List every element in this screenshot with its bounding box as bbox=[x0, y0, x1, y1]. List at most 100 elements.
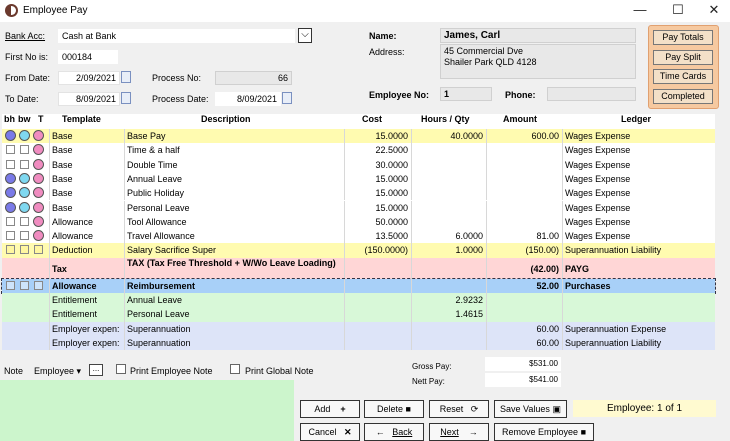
cell-description[interactable]: Reimbursement bbox=[125, 279, 345, 293]
cell-ledger[interactable]: Wages Expense bbox=[563, 215, 715, 229]
table-row[interactable]: Base Double Time 30.0000 Wages Expense bbox=[2, 157, 715, 172]
cell-hours[interactable] bbox=[412, 322, 486, 336]
col-header-hours[interactable]: Hours / Qty bbox=[421, 114, 470, 128]
row-checkbox[interactable] bbox=[20, 245, 29, 255]
pay-split-button[interactable]: Pay Split bbox=[653, 50, 713, 65]
cell-hours[interactable] bbox=[412, 215, 486, 229]
note-ellipsis-button[interactable]: ... bbox=[89, 364, 103, 376]
cell-ledger[interactable]: Wages Expense bbox=[563, 143, 715, 157]
cell-template[interactable]: Base bbox=[50, 158, 124, 172]
cell-hours[interactable]: 1.0000 bbox=[412, 243, 486, 257]
cell-template[interactable]: Allowance bbox=[50, 229, 124, 243]
cell-ledger[interactable]: Superannuation Liability bbox=[563, 336, 715, 350]
col-header-template[interactable]: Template bbox=[62, 114, 101, 128]
cell-hours[interactable]: 40.0000 bbox=[412, 129, 486, 143]
col-header-amount[interactable]: Amount bbox=[503, 114, 537, 128]
row-checkbox[interactable] bbox=[20, 216, 29, 226]
cell-template[interactable]: Entitlement bbox=[50, 307, 124, 321]
row-checkbox[interactable] bbox=[34, 245, 43, 255]
table-row[interactable]: Employer expen: Superannuation 60.00 Supera… bbox=[2, 335, 715, 351]
cell-hours[interactable] bbox=[412, 172, 486, 186]
cell-hours[interactable]: 1.4615 bbox=[412, 307, 486, 321]
cell-cost[interactable] bbox=[345, 336, 411, 350]
cell-ledger[interactable]: Superannuation Expense bbox=[563, 322, 715, 336]
cell-description[interactable]: Public Holiday bbox=[125, 186, 345, 200]
status-circle-icon[interactable] bbox=[33, 172, 44, 184]
table-row[interactable]: Deduction Salary Sacrifice Super (150.0000… bbox=[2, 243, 715, 258]
cell-template[interactable]: Employer expen: bbox=[50, 322, 124, 336]
cell-cost[interactable] bbox=[345, 293, 411, 307]
table-row[interactable]: Base Base Pay 15.0000 40.0000 600.00 Wages Ex… bbox=[2, 129, 715, 144]
cell-ledger[interactable]: Wages Expense bbox=[563, 129, 715, 143]
cell-amount[interactable] bbox=[487, 186, 562, 200]
row-checkbox[interactable] bbox=[20, 231, 29, 241]
back-button[interactable]: ← Back bbox=[364, 423, 424, 441]
cell-description[interactable]: Double Time bbox=[125, 158, 345, 172]
cell-ledger[interactable]: PAYG bbox=[563, 258, 715, 279]
cell-hours[interactable]: 6.0000 bbox=[412, 229, 486, 243]
cell-amount[interactable]: (42.00) bbox=[487, 258, 562, 279]
cell-cost[interactable] bbox=[345, 322, 411, 336]
cell-cost[interactable] bbox=[345, 279, 411, 293]
calendar-icon[interactable] bbox=[121, 92, 131, 104]
cell-template[interactable]: Allowance bbox=[50, 279, 124, 293]
row-checkbox[interactable] bbox=[20, 145, 29, 155]
calendar-icon[interactable] bbox=[282, 92, 292, 104]
cell-hours[interactable] bbox=[412, 186, 486, 200]
cell-amount[interactable] bbox=[487, 201, 562, 215]
cell-description[interactable]: Time & a half bbox=[125, 143, 345, 157]
cell-template[interactable]: Employer expen: bbox=[50, 336, 124, 350]
row-checkbox[interactable] bbox=[20, 159, 29, 169]
cell-amount[interactable] bbox=[487, 172, 562, 186]
maximize-button[interactable]: ☐ bbox=[660, 0, 696, 22]
cell-description[interactable]: Personal Leave bbox=[125, 307, 345, 321]
row-checkbox[interactable] bbox=[20, 280, 29, 290]
table-row[interactable]: Tax TAX (Tax Free Threshold + W/Wo Leave … bbox=[2, 257, 715, 279]
print-employee-note-checkbox[interactable] bbox=[116, 364, 126, 374]
cell-hours[interactable]: 2.9232 bbox=[412, 293, 486, 307]
cell-amount[interactable]: 60.00 bbox=[487, 322, 562, 336]
cell-cost[interactable]: (150.0000) bbox=[345, 243, 411, 257]
cell-cost[interactable]: 15.0000 bbox=[345, 186, 411, 200]
cell-template[interactable]: Allowance bbox=[50, 215, 124, 229]
col-header-ledger[interactable]: Ledger bbox=[621, 114, 651, 128]
cell-description[interactable]: Salary Sacrifice Super bbox=[125, 243, 345, 257]
status-circle-icon[interactable] bbox=[33, 201, 44, 213]
cell-template[interactable]: Base bbox=[50, 143, 124, 157]
table-row[interactable]: Entitlement Annual Leave 2.9232 bbox=[2, 293, 715, 308]
cell-hours[interactable] bbox=[412, 201, 486, 215]
cell-amount[interactable]: (150.00) bbox=[487, 243, 562, 257]
cell-amount[interactable]: 60.00 bbox=[487, 336, 562, 350]
cell-ledger[interactable]: Wages Expense bbox=[563, 172, 715, 186]
cell-cost[interactable]: 30.0000 bbox=[345, 158, 411, 172]
cell-description[interactable]: Personal Leave bbox=[125, 201, 345, 215]
cell-hours[interactable] bbox=[412, 258, 486, 279]
status-circle-icon[interactable] bbox=[5, 201, 16, 213]
cell-template[interactable]: Base bbox=[50, 201, 124, 215]
cell-cost[interactable]: 50.0000 bbox=[345, 215, 411, 229]
bank-acc-select[interactable]: Cash at Bank bbox=[58, 29, 295, 43]
cell-ledger[interactable]: Wages Expense bbox=[563, 186, 715, 200]
pay-totals-button[interactable]: Pay Totals bbox=[653, 30, 713, 45]
status-circle-icon[interactable] bbox=[33, 230, 44, 242]
cell-cost[interactable]: 15.0000 bbox=[345, 201, 411, 215]
cell-amount[interactable]: 600.00 bbox=[487, 129, 562, 143]
cell-ledger[interactable]: Wages Expense bbox=[563, 201, 715, 215]
first-no-field[interactable]: 000184 bbox=[58, 50, 118, 64]
row-checkbox[interactable] bbox=[6, 245, 15, 255]
row-checkbox[interactable] bbox=[6, 159, 15, 169]
status-circle-icon[interactable] bbox=[33, 187, 44, 199]
table-row[interactable]: Entitlement Personal Leave 1.4615 bbox=[2, 307, 715, 322]
cell-ledger[interactable] bbox=[563, 293, 715, 307]
table-row[interactable]: Base Time & a half 22.5000 Wages Expense bbox=[2, 143, 715, 158]
cell-template[interactable]: Deduction bbox=[50, 243, 124, 257]
table-row[interactable]: Allowance Reimbursement 52.00 Purchases bbox=[1, 277, 716, 295]
cell-template[interactable]: Base bbox=[50, 172, 124, 186]
cell-description[interactable]: TAX (Tax Free Threshold + W/Wo Leave Loa… bbox=[125, 258, 345, 279]
status-circle-icon[interactable] bbox=[19, 130, 30, 141]
col-header-bh[interactable]: bh bbox=[4, 114, 15, 128]
row-checkbox[interactable] bbox=[6, 231, 15, 241]
delete-button[interactable]: Delete ■ bbox=[364, 400, 424, 418]
process-date-field[interactable]: 8/09/2021 bbox=[215, 92, 281, 106]
add-button[interactable]: Add + bbox=[300, 400, 360, 418]
